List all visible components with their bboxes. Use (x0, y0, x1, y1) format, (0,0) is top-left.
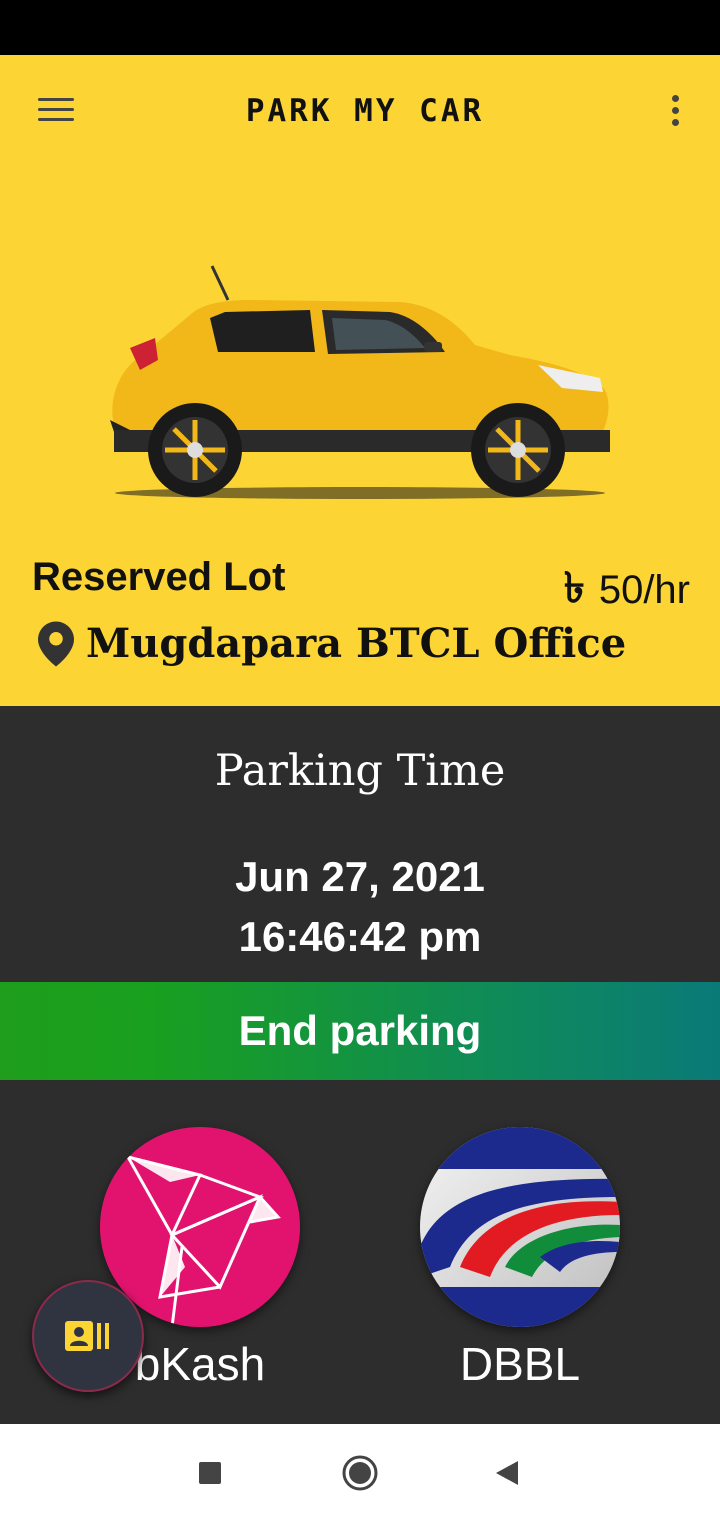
price-value: 50/hr (598, 568, 690, 612)
parking-time-panel: Parking Time Jun 27, 2021 16:46:42 pm (0, 706, 720, 982)
back-icon (496, 1461, 518, 1485)
more-vert-icon (672, 95, 679, 102)
parking-time-label: Parking Time (214, 746, 506, 796)
recent-apps-icon (199, 1462, 221, 1484)
home-button[interactable] (339, 1452, 381, 1494)
status-bar (0, 0, 720, 55)
lot-header: PARK MY CAR Reserved Lot ৳ 50/hr Mugdapa… (0, 55, 720, 706)
more-options-button[interactable] (656, 91, 696, 131)
system-nav-bar (0, 1424, 720, 1520)
location-name: Mugdapara BTCL Office (86, 620, 627, 667)
car-image (110, 265, 610, 499)
dbbl-logo-icon (420, 1127, 620, 1327)
app-title: PARK MY CAR (245, 93, 485, 129)
lot-name: Reserved Lot (32, 555, 286, 599)
back-button[interactable] (486, 1452, 528, 1494)
end-parking-button[interactable]: End parking (0, 982, 720, 1080)
location-pin-icon (38, 621, 74, 666)
recent-apps-button[interactable] (189, 1452, 231, 1494)
bkash-logo-icon (100, 1127, 300, 1327)
location-row: Mugdapara BTCL Office (38, 620, 626, 667)
dbbl-payment-option[interactable]: DBBL (420, 1127, 620, 1390)
home-icon (342, 1455, 378, 1491)
taka-icon: ৳ (563, 564, 585, 611)
parking-time-value: 16:46:42 pm (238, 913, 482, 960)
dbbl-label: DBBL (459, 1338, 581, 1390)
parking-date: Jun 27, 2021 (235, 853, 485, 900)
bkash-payment-option[interactable]: bKash (100, 1127, 300, 1390)
contact-card-fab[interactable] (32, 1280, 144, 1392)
end-parking-label: End parking (238, 1007, 482, 1054)
app-bar: PARK MY CAR (0, 55, 720, 165)
contact-card-icon (65, 1321, 109, 1351)
lot-price: ৳ 50/hr (564, 555, 690, 626)
